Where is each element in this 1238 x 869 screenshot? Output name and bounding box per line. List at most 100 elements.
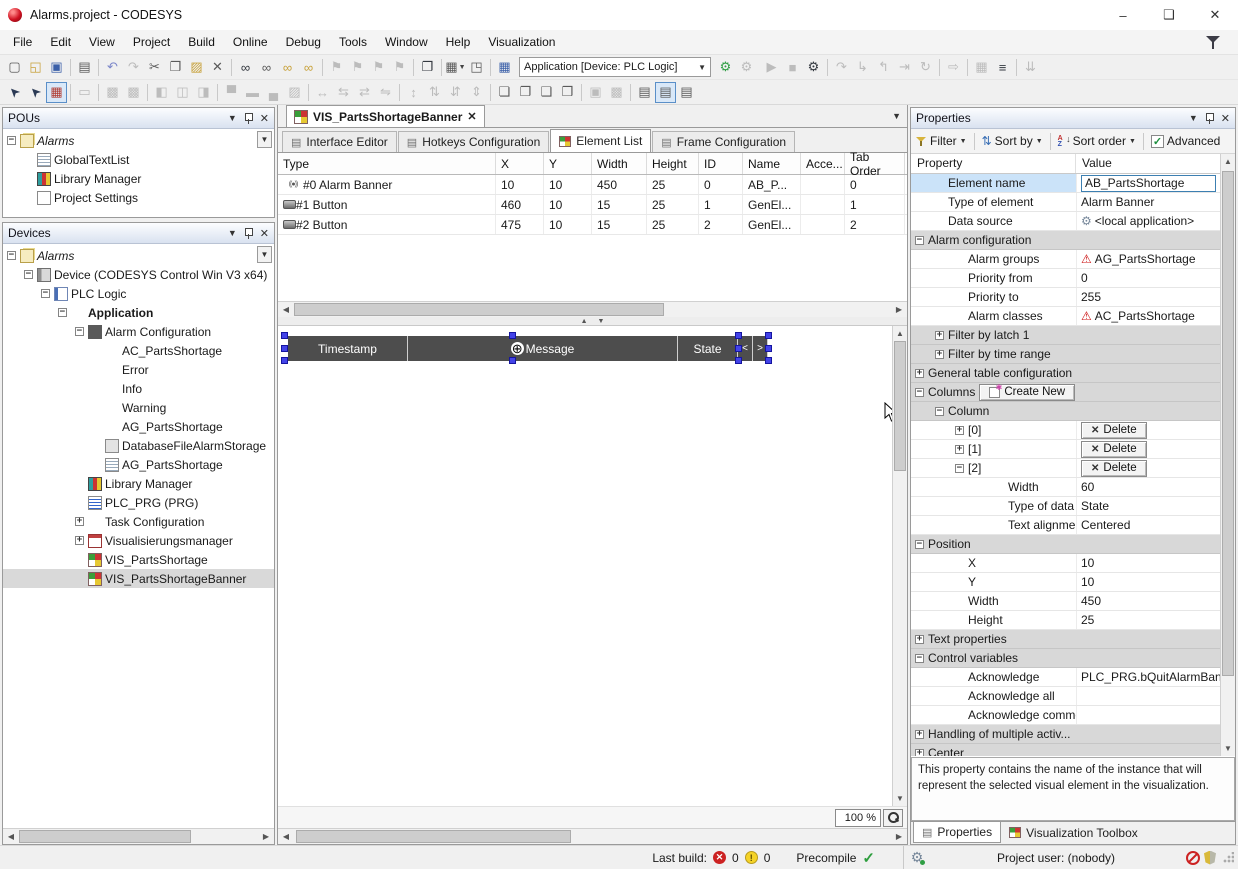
input-assistant-icon[interactable]: ▦▼ [445,57,466,78]
subtab-interface-editor[interactable]: ▤Interface Editor [282,131,397,152]
property-row--0-[interactable]: +[0]✕Delete [911,421,1220,440]
grid-expander-icon[interactable]: + [955,426,964,435]
property-row-height[interactable]: Height25 [911,611,1220,630]
scroll-left-icon[interactable]: ◀ [278,829,294,844]
bottom-tab-visualization-toolbox[interactable]: Visualization Toolbox [1001,822,1146,843]
previous-bookmark-icon[interactable]: ⚑ [347,57,368,78]
pous-menu-icon[interactable]: ▼ [228,113,237,123]
column-header-name[interactable]: Name [743,153,801,174]
grid-expander-icon[interactable]: − [915,654,924,663]
copy-visual-elements-icon[interactable]: ▩ [102,82,123,103]
edit-object-icon[interactable]: ❐ [417,57,438,78]
property-row-acknowledge-comment[interactable]: Acknowledge comment [911,706,1220,725]
property-value-cell[interactable]: Alarm Banner [1076,193,1220,211]
align-middle-icon[interactable]: ▬ [242,82,263,103]
scroll-up-icon[interactable]: ▲ [1221,154,1235,169]
selection-handle[interactable] [735,332,742,339]
scroll-up-icon[interactable]: ▲ [893,326,907,341]
scroll-down-icon[interactable]: ▼ [893,791,907,806]
grid-expander-icon[interactable]: + [915,749,924,757]
column-header-height[interactable]: Height [647,153,699,174]
property-value-cell[interactable]: ✕Delete [1076,459,1220,477]
login-icon[interactable]: ⚙ [715,57,736,78]
select-tool-icon[interactable]: ➤ [4,82,25,103]
next-bookmark-icon[interactable]: ⚑ [368,57,389,78]
tree-item-visualisierungsmanager[interactable]: +Visualisierungsmanager [3,531,274,550]
tree-item-info[interactable]: Info [3,379,274,398]
send-one-backward-icon[interactable]: ❑ [536,82,557,103]
devices-root-dropdown-icon[interactable]: ▼ [257,246,272,263]
menu-build[interactable]: Build [179,32,224,52]
menu-visualization[interactable]: Visualization [479,32,564,52]
devices-close-icon[interactable]: ✕ [260,227,269,240]
property-value-cell[interactable] [989,402,1220,420]
table-row[interactable]: #2 Button4751015252GenEl...2 [278,215,907,235]
delete-button[interactable]: ✕Delete [1081,460,1147,477]
selection-handle[interactable] [509,357,516,364]
tree-item-device-codesys-control-win-v3-x64-[interactable]: −Device (CODESYS Control Win V3 x64) [3,265,274,284]
property-value-cell[interactable]: 60 [1076,478,1220,496]
menu-window[interactable]: Window [376,32,437,52]
tree-item-plc-logic[interactable]: −PLC Logic [3,284,274,303]
tree-item-error[interactable]: Error [3,360,274,379]
property-row-type-of-element[interactable]: Type of elementAlarm Banner [911,193,1220,212]
properties-pin-icon[interactable] [1205,113,1214,124]
properties-menu-icon[interactable]: ▼ [1189,113,1198,123]
document-tab[interactable]: VIS_PartsShortageBanner ✕ [286,105,485,127]
equal-horizontal-spacing-icon[interactable]: ↔ [312,82,333,103]
tree-item-vis-partsshortage[interactable]: VIS_PartsShortage [3,550,274,569]
property-value-cell[interactable] [1071,725,1220,743]
subtab-hotkeys-configuration[interactable]: ▤Hotkeys Configuration [398,131,549,152]
property-value-cell[interactable] [1031,231,1220,249]
banner-column-timestamp[interactable]: Timestamp [288,336,408,361]
property-value-cell[interactable]: State [1076,497,1220,515]
property-row-acknowledge-all[interactable]: Acknowledge all [911,687,1220,706]
menu-view[interactable]: View [80,32,124,52]
advanced-toggle[interactable]: ✓Advanced [1151,134,1220,148]
property-value-cell[interactable]: ⚙<local application> [1076,212,1220,230]
property-row--1-[interactable]: +[1]✕Delete [911,440,1220,459]
replace-in-project-icon[interactable]: ∞ [298,57,319,78]
element-list-horizontal-scrollbar[interactable]: ◀ ▶ [278,301,907,317]
property-section-columns[interactable]: −ColumnsCreate New [911,383,1220,402]
filter-control[interactable]: Filter▼ [916,134,967,148]
tree-item-task-configuration[interactable]: +Task Configuration [3,512,274,531]
tree-expander-icon[interactable]: − [7,136,16,145]
undo-icon[interactable]: ↶ [102,57,123,78]
selection-handle[interactable] [281,332,288,339]
step-out-icon[interactable]: ↰ [873,57,894,78]
column-header-y[interactable]: Y [544,153,592,174]
grid-expander-icon[interactable]: − [935,407,944,416]
stop-icon[interactable]: ■ [782,57,803,78]
pous-root-dropdown-icon[interactable]: ▼ [257,131,272,148]
property-value-cell[interactable] [971,535,1220,553]
property-section-filter-by-latch-1[interactable]: +Filter by latch 1 [911,326,1220,345]
property-value-cell[interactable]: 0 [1076,269,1220,287]
property-section-general-table-configuration[interactable]: +General table configuration [911,364,1220,383]
increase-vertical-spacing-icon[interactable]: ⇅ [424,82,445,103]
grid-expander-icon[interactable]: − [915,540,924,549]
next-statement-icon[interactable]: ⇨ [943,57,964,78]
equal-vertical-spacing-icon[interactable]: ↕ [403,82,424,103]
tree-item-library-manager[interactable]: Library Manager [3,169,274,188]
scroll-right-icon[interactable]: ▶ [891,302,907,317]
column-header-width[interactable]: Width [592,153,647,174]
selection-handle[interactable] [509,332,516,339]
devices-pin-icon[interactable] [244,228,253,239]
tree-item-alarm-configuration[interactable]: −Alarm Configuration [3,322,274,341]
selection-handle[interactable] [281,345,288,352]
property-row-type-of-data[interactable]: Type of dataState [911,497,1220,516]
bottom-tab-properties[interactable]: ▤Properties [913,822,1001,843]
property-section-filter-by-time-range[interactable]: +Filter by time range [911,345,1220,364]
tree-expander-icon[interactable]: − [24,270,33,279]
property-value-cell[interactable]: 10 [1076,554,1220,572]
save-project-icon[interactable]: ▣ [46,57,67,78]
property-row-priority-from[interactable]: Priority from0 [911,269,1220,288]
force-values-icon[interactable]: ⇊ [1020,57,1041,78]
element-list-view-icon[interactable]: ▦ [46,82,67,103]
property-section-control-variables[interactable]: −Control variables [911,649,1220,668]
align-top-icon[interactable]: ▀ [221,82,242,103]
selection-handle[interactable] [765,345,772,352]
property-section-text-properties[interactable]: +Text properties [911,630,1220,649]
property-row-data-source[interactable]: Data source⚙<local application> [911,212,1220,231]
